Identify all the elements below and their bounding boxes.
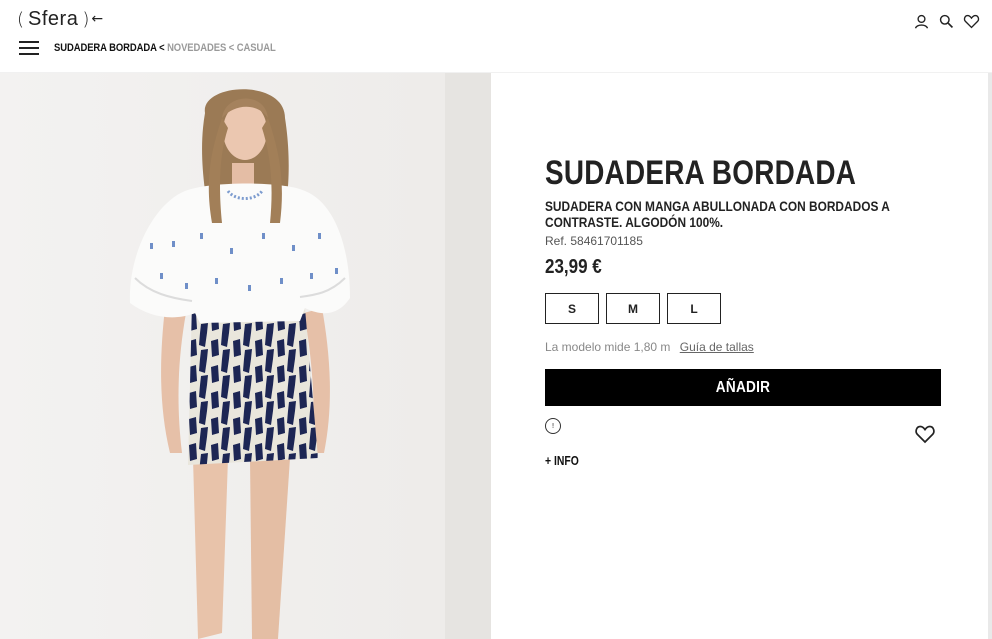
wishlist-heart-icon[interactable] [914,424,936,444]
model-height-text: La modelo mide 1,80 m [545,340,671,354]
search-icon[interactable] [938,13,955,30]
product-reference: Ref. 58461701185 [545,234,643,248]
product-title: SUDADERA BORDADA [545,154,857,192]
more-info-link[interactable]: + INFO [545,453,579,468]
user-icon[interactable] [913,13,930,30]
logo-paren-close: ) [82,8,90,30]
breadcrumb-link-casual[interactable]: CASUAL [237,42,276,54]
size-selector: S M L [545,293,721,324]
sfera-logo[interactable]: ( Sfera ) ← [17,6,103,32]
size-button-s[interactable]: S [545,293,599,324]
breadcrumb-link-novedades[interactable]: NOVEDADES [167,42,226,54]
product-photo[interactable] [0,73,491,639]
product-price: 23,99 € [545,256,602,278]
menu-icon-bar [19,41,39,43]
menu-icon[interactable] [19,41,39,55]
menu-icon-bar [19,53,39,55]
heart-icon[interactable] [963,13,980,30]
model-illustration [0,73,491,639]
add-to-cart-label: AÑADIR [715,378,771,396]
model-info: La modelo mide 1,80 m Guía de tallas [545,340,754,354]
add-to-cart-button[interactable]: AÑADIR [545,369,941,406]
breadcrumb: SUDADERA BORDADA < NOVEDADES < CASUAL [54,42,276,54]
logo-paren-open: ( [17,8,25,30]
back-arrow-icon[interactable]: ← [91,11,103,27]
menu-icon-bar [19,47,39,49]
product-description: SUDADERA CON MANGA ABULLONADA CON BORDAD… [545,198,890,230]
breadcrumb-separator: < [159,42,165,54]
logo-word: Sfera [28,7,79,30]
info-icon[interactable]: ! [545,418,561,434]
header-icons [913,13,980,30]
breadcrumb-separator: < [228,42,235,54]
size-guide-link[interactable]: Guía de tallas [680,340,754,354]
size-button-m[interactable]: M [606,293,660,324]
size-button-l[interactable]: L [667,293,721,324]
scrollbar-track[interactable] [988,73,992,639]
breadcrumb-current: SUDADERA BORDADA [54,42,157,54]
